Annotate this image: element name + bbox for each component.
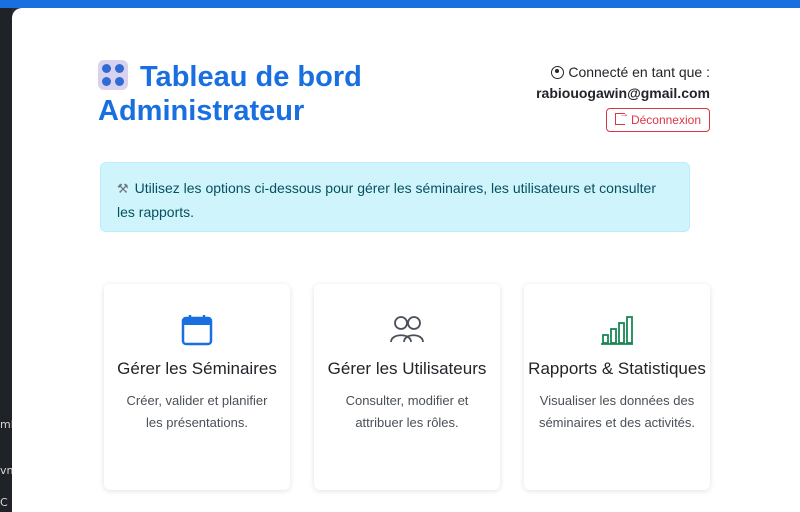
bar-chart-icon bbox=[601, 316, 633, 345]
logout-icon bbox=[614, 109, 629, 125]
dashboard-page: Tableau de bord Administrateur Connecté … bbox=[12, 8, 800, 512]
browser-top-bar bbox=[0, 0, 800, 8]
card-title: Gérer les Séminaires bbox=[117, 359, 277, 378]
alert-text: Utilisez les options ci-dessous pour gér… bbox=[117, 180, 656, 220]
title-line-2: Administrateur bbox=[98, 95, 305, 127]
tools-icon: ⚒ bbox=[117, 182, 129, 197]
card-seminaires[interactable]: Gérer les Séminaires Créer, valider et p… bbox=[104, 284, 290, 490]
page-title: Tableau de bord Administrateur bbox=[98, 60, 428, 128]
user-email: rabiouogawin@gmail.com bbox=[536, 85, 710, 101]
strip-text: C bbox=[0, 496, 8, 509]
card-description: Créer, valider et planifier les présenta… bbox=[126, 393, 268, 430]
connected-label: Connecté en tant que : bbox=[568, 64, 710, 80]
card-title: Rapports & Statistiques bbox=[528, 359, 706, 378]
control-knobs-icon bbox=[98, 60, 128, 90]
logout-label: Déconnexion bbox=[630, 113, 701, 127]
logout-button[interactable]: Déconnexion bbox=[605, 108, 710, 132]
card-rapports[interactable]: Rapports & Statistiques Visualiser les d… bbox=[524, 284, 710, 490]
title-line-1: Tableau de bord bbox=[140, 61, 362, 93]
info-alert: ⚒ Utilisez les options ci-dessous pour gé… bbox=[100, 162, 690, 232]
background-window-strip: ml vn C bbox=[0, 8, 14, 512]
user-circle-icon bbox=[551, 66, 565, 79]
card-title: Gérer les Utilisateurs bbox=[327, 359, 487, 378]
card-utilisateurs[interactable]: Gérer les Utilisateurs Consulter, modifi… bbox=[314, 284, 500, 490]
people-icon bbox=[390, 316, 424, 343]
card-description: Visualiser les données des séminaires et… bbox=[538, 393, 696, 430]
calendar-icon bbox=[181, 315, 213, 346]
user-info: Connecté en tant que : rabiouogawin@gmai… bbox=[450, 62, 710, 132]
card-description: Consulter, modifier et attribuer les rôl… bbox=[345, 393, 469, 430]
